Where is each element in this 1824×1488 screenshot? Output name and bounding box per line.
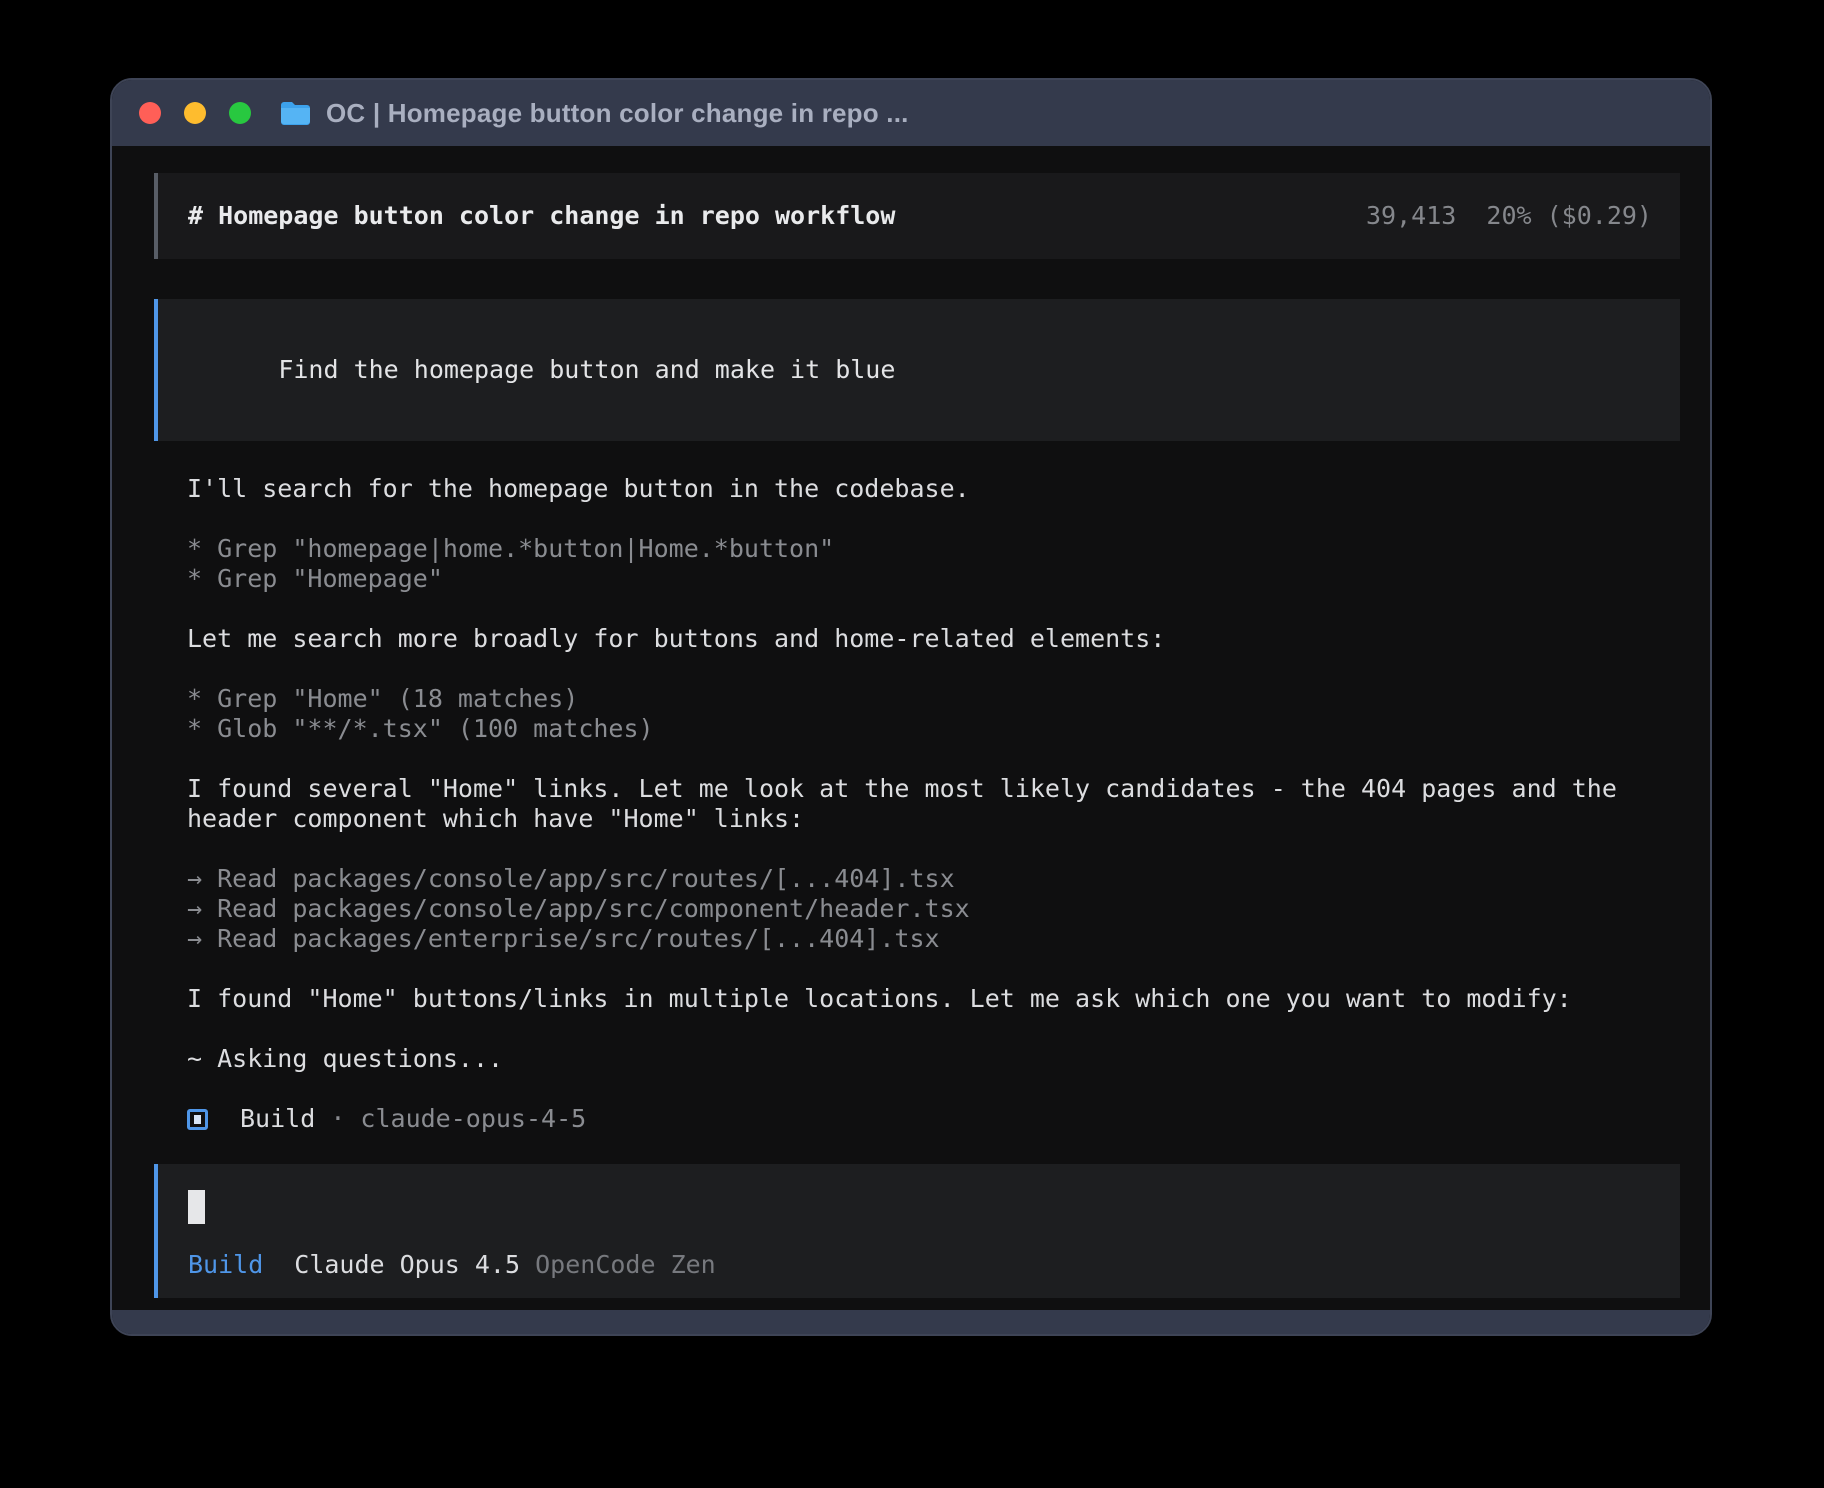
transcript-line [187, 834, 1680, 864]
close-button[interactable] [139, 102, 161, 124]
context-cost: 20% ($0.29) [1486, 201, 1652, 231]
traffic-lights [139, 102, 251, 124]
terminal-content: # Homepage button color change in repo w… [112, 146, 1710, 1310]
transcript-line [187, 1014, 1680, 1044]
session-stats: 39,413 20% ($0.29) [1366, 201, 1652, 231]
text-segment: claude-opus-4-5 [360, 1104, 586, 1134]
text-segment: I found "Home" buttons/links in multiple… [187, 984, 1572, 1014]
transcript-line: I'll search for the homepage button in t… [187, 474, 1680, 504]
model-label: Claude Opus 4.5 [294, 1250, 520, 1280]
transcript-line [187, 594, 1680, 624]
transcript-line: → Read packages/enterprise/src/routes/[.… [187, 924, 1680, 954]
prompt-input[interactable]: Build Claude Opus 4.5 OpenCode Zen [154, 1164, 1680, 1298]
session-title: # Homepage button color change in repo w… [188, 201, 895, 231]
text-segment: * Grep "homepage|home.*button|Home.*butt… [187, 534, 834, 564]
transcript-line: Build · claude-opus-4-5 [187, 1104, 1680, 1134]
user-message-text: Find the homepage button and make it blu… [278, 355, 895, 384]
transcript-line [187, 1074, 1680, 1104]
stats-gap [1456, 201, 1486, 231]
minimize-button[interactable] [184, 102, 206, 124]
input-footer: Build Claude Opus 4.5 OpenCode Zen [188, 1250, 1652, 1280]
session-header: # Homepage button color change in repo w… [154, 173, 1680, 259]
transcript-line: I found several "Home" links. Let me loo… [187, 774, 1680, 804]
window-bottom-bar [112, 1310, 1710, 1334]
provider-label: OpenCode Zen [520, 1250, 716, 1280]
window-title: OC | Homepage button color change in rep… [326, 98, 909, 129]
agent-badge-inner [194, 1115, 201, 1124]
text-segment: * Glob "**/*.tsx" (100 matches) [187, 714, 654, 744]
transcript-line: * Grep "Home" (18 matches) [187, 684, 1680, 714]
folder-icon [279, 100, 312, 127]
text-segment: * Grep "Home" (18 matches) [187, 684, 578, 714]
text-segment: · [315, 1104, 360, 1134]
provider-name: OpenCode Zen [535, 1250, 716, 1279]
agent-badge-icon [187, 1109, 208, 1130]
text-segment: * Grep "Homepage" [187, 564, 443, 594]
transcript-line [187, 954, 1680, 984]
text-segment: header component which have "Home" links… [187, 804, 804, 834]
transcript-line: * Glob "**/*.tsx" (100 matches) [187, 714, 1680, 744]
text-cursor [188, 1190, 205, 1224]
text-segment: I'll search for the homepage button in t… [187, 474, 970, 504]
transcript-line: * Grep "homepage|home.*button|Home.*butt… [187, 534, 1680, 564]
text-segment: ~ Asking questions... [187, 1044, 503, 1074]
transcript-line [187, 504, 1680, 534]
agent-mode-label: Build [188, 1250, 263, 1280]
transcript-line: Let me search more broadly for buttons a… [187, 624, 1680, 654]
transcript-line: → Read packages/console/app/src/routes/[… [187, 864, 1680, 894]
zoom-button[interactable] [229, 102, 251, 124]
transcript-line: * Grep "Homepage" [187, 564, 1680, 594]
text-segment: → Read packages/console/app/src/componen… [187, 894, 970, 924]
transcript-line: I found "Home" buttons/links in multiple… [187, 984, 1680, 1014]
text-segment: Let me search more broadly for buttons a… [187, 624, 1165, 654]
text-segment: I found several "Home" links. Let me loo… [187, 774, 1617, 804]
text-segment: → Read packages/enterprise/src/routes/[.… [187, 924, 940, 954]
titlebar[interactable]: OC | Homepage button color change in rep… [112, 80, 1710, 146]
transcript-line: → Read packages/console/app/src/componen… [187, 894, 1680, 924]
terminal-window: OC | Homepage button color change in rep… [110, 78, 1712, 1336]
transcript-line [187, 744, 1680, 774]
text-segment: → Read packages/console/app/src/routes/[… [187, 864, 955, 894]
token-count: 39,413 [1366, 201, 1456, 231]
user-message: Find the homepage button and make it blu… [154, 299, 1680, 441]
transcript: I'll search for the homepage button in t… [187, 474, 1680, 1134]
transcript-line [187, 654, 1680, 684]
text-segment: Build [240, 1104, 315, 1134]
transcript-line: ~ Asking questions... [187, 1044, 1680, 1074]
transcript-line: header component which have "Home" links… [187, 804, 1680, 834]
